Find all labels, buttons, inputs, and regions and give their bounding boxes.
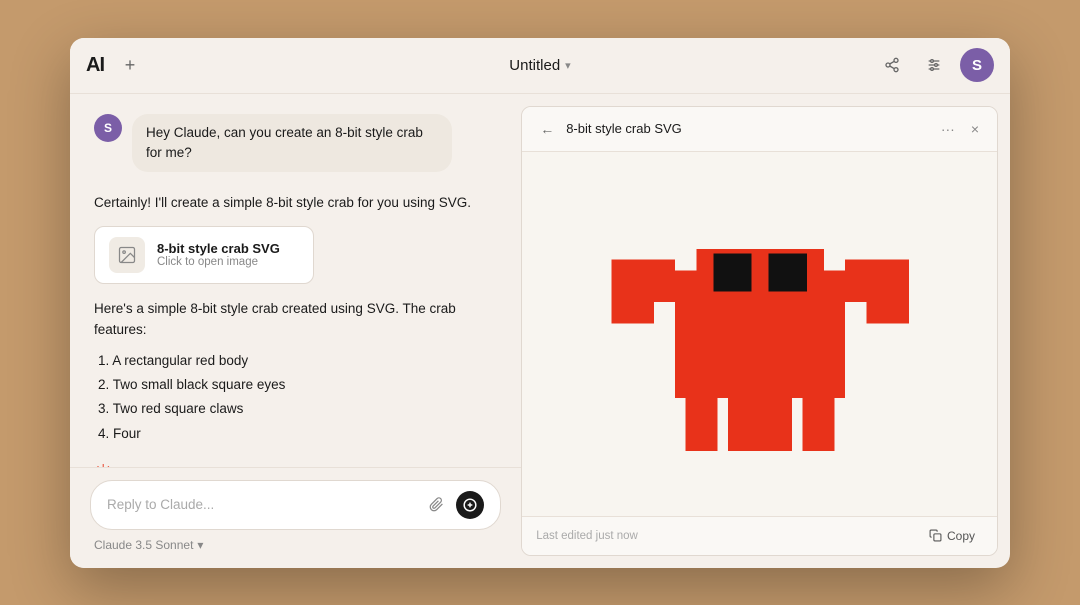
input-placeholder[interactable]: Reply to Claude... (107, 497, 414, 512)
list-item: 3. Two red square claws (94, 397, 497, 421)
preview-content (522, 152, 997, 516)
copy-label: Copy (947, 529, 975, 543)
list-item: 4. Four (94, 422, 497, 446)
model-selector[interactable]: Claude 3.5 Sonnet ▾ (90, 538, 501, 552)
send-icon (463, 498, 477, 512)
preview-back-button[interactable]: ← (536, 119, 558, 139)
image-icon (117, 245, 137, 265)
main-content: S Hey Claude, can you create an 8-bit st… (70, 94, 1010, 568)
last-edited-text: Last edited just now (536, 530, 638, 542)
description-text: Here's a simple 8-bit style crab created… (94, 298, 497, 341)
paperclip-icon (429, 497, 444, 512)
new-chat-button[interactable]: + (116, 51, 144, 79)
chat-panel: S Hey Claude, can you create an 8-bit st… (70, 94, 521, 568)
title-button[interactable]: Untitled ▾ (501, 53, 578, 78)
user-message: S Hey Claude, can you create an 8-bit st… (94, 114, 497, 173)
settings-icon (926, 57, 942, 73)
anthropic-logo: AI (86, 54, 104, 77)
chevron-down-icon: ▾ (565, 59, 571, 72)
artifact-icon (109, 237, 145, 273)
copy-icon (929, 529, 942, 542)
artifact-subtitle: Click to open image (157, 256, 299, 268)
list-items: 1. A rectangular red body 2. Two small b… (94, 349, 497, 446)
share-button[interactable] (876, 49, 908, 81)
user-bubble: Hey Claude, can you create an 8-bit styl… (132, 114, 452, 173)
crab-image (590, 164, 930, 504)
artifact-card[interactable]: 8-bit style crab SVG Click to open image (94, 226, 314, 284)
assistant-intro-text: Certainly! I'll create a simple 8-bit st… (94, 192, 497, 214)
preview-title: 8-bit style crab SVG (566, 121, 929, 136)
input-box: Reply to Claude... (90, 480, 501, 530)
chat-input-area: Reply to Claude... (70, 467, 521, 568)
artifact-title: 8-bit style crab SVG (157, 241, 299, 256)
list-item: 2. Two small black square eyes (94, 373, 497, 397)
title-bar-left: AI + (86, 51, 206, 79)
model-name: Claude 3.5 Sonnet (94, 538, 193, 552)
send-button[interactable] (456, 491, 484, 519)
preview-footer: Last edited just now Copy (522, 516, 997, 555)
window-title: Untitled (509, 57, 560, 74)
avatar[interactable]: S (960, 48, 994, 82)
title-bar-right: S (874, 48, 994, 82)
user-avatar: S (94, 114, 122, 142)
input-actions (422, 491, 484, 519)
model-chevron-icon: ▾ (197, 538, 203, 552)
share-icon (884, 57, 900, 73)
title-bar: AI + Untitled ▾ S (70, 38, 1010, 94)
app-window: AI + Untitled ▾ S (70, 38, 1010, 568)
artifact-info: 8-bit style crab SVG Click to open image (157, 241, 299, 268)
preview-close-button[interactable]: × (967, 117, 983, 141)
settings-button[interactable] (918, 49, 950, 81)
preview-panel: ← 8-bit style crab SVG ··· × (521, 106, 998, 556)
chat-messages: S Hey Claude, can you create an 8-bit st… (70, 94, 521, 467)
preview-menu-button[interactable]: ··· (937, 117, 959, 141)
copy-button[interactable]: Copy (921, 525, 983, 547)
title-bar-center: Untitled ▾ (206, 53, 874, 78)
attach-button[interactable] (422, 491, 450, 519)
assistant-message: Certainly! I'll create a simple 8-bit st… (94, 192, 497, 467)
list-item: 1. A rectangular red body (94, 349, 497, 373)
preview-header: ← 8-bit style crab SVG ··· × (522, 107, 997, 152)
logo-icon: AI (86, 54, 104, 77)
